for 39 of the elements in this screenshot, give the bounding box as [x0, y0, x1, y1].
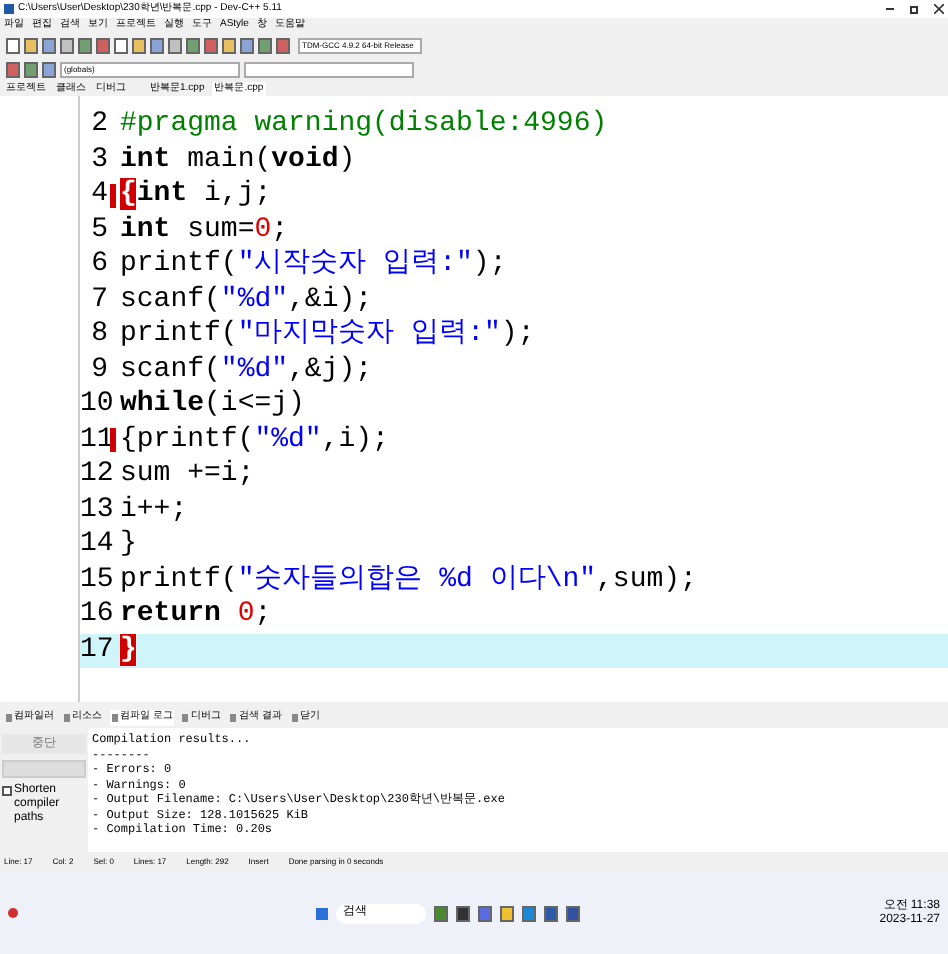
- code-line: while(i<=j): [118, 386, 305, 425]
- code-line: printf("시작숫자 입력:");: [118, 246, 507, 285]
- line-number: 12: [80, 456, 108, 495]
- code-line: printf("마지막숫자 입력:");: [118, 316, 535, 355]
- code-line: #pragma warning(disable:4996): [118, 106, 608, 145]
- line-number: 15: [80, 561, 108, 600]
- line-number: 8: [89, 316, 108, 355]
- line-number: 7: [89, 281, 108, 320]
- code-line: sum +=i;: [118, 456, 255, 495]
- code-line: scanf("%d",&i);: [118, 281, 373, 319]
- line-number: 13: [80, 491, 108, 530]
- checkbox[interactable]: [2, 786, 12, 796]
- line-number: 17: [80, 631, 108, 670]
- line-number: 11: [80, 421, 108, 460]
- code-line: return 0;: [118, 596, 272, 635]
- code-line: int main(void): [118, 141, 356, 179]
- start-icon[interactable]: [316, 907, 329, 919]
- fold-marker-icon[interactable]: [109, 183, 115, 208]
- app-icon: [4, 4, 14, 14]
- code-line: {printf("%d",i);: [118, 421, 389, 459]
- close-icon[interactable]: [934, 4, 944, 14]
- maximize-icon[interactable]: [910, 5, 918, 13]
- line-number: 4: [89, 176, 108, 215]
- line-number: 16: [80, 596, 108, 635]
- line-number: 2: [89, 106, 108, 145]
- member-select[interactable]: [244, 61, 414, 77]
- code-line: printf("숫자들의합은 %d 이다\n",sum);: [118, 561, 697, 600]
- line-number: 14: [80, 526, 108, 565]
- line-number: 10: [80, 386, 108, 425]
- code-line: scanf("%d",&j);: [118, 351, 373, 389]
- line-number: 5: [89, 211, 108, 250]
- code-line: {int i,j;: [118, 176, 272, 215]
- line-number: 9: [89, 351, 108, 390]
- line-number: 6: [89, 246, 108, 285]
- code-line: i++;: [118, 491, 188, 529]
- code-line: int sum=0;: [118, 211, 289, 249]
- fold-marker-icon[interactable]: [109, 428, 115, 453]
- code-line: }: [118, 526, 137, 565]
- line-number: 3: [89, 141, 108, 180]
